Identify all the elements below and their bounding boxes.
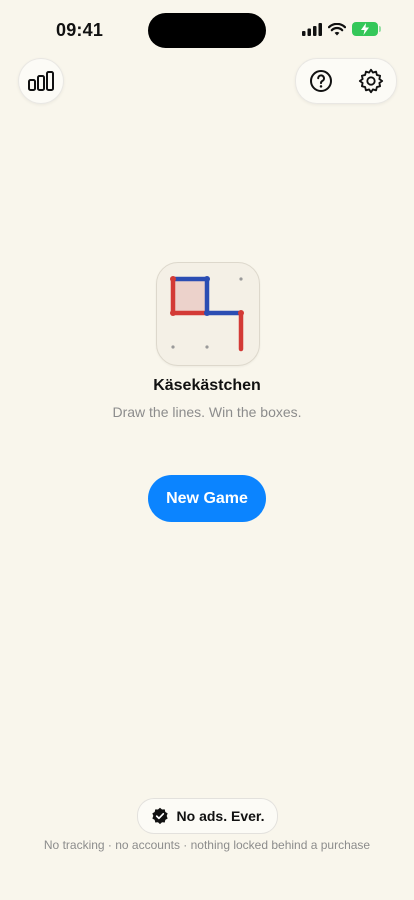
no-ads-badge: No ads. Ever. — [137, 798, 278, 834]
wifi-icon — [328, 22, 346, 35]
footer-note: No tracking · no accounts · nothing lock… — [43, 838, 371, 852]
game-board-illustration — [170, 276, 244, 352]
gear-icon — [358, 68, 384, 94]
question-circle-icon — [310, 70, 332, 92]
no-ads-label: No ads. Ever. — [176, 808, 265, 824]
status-indicators — [302, 22, 381, 36]
toolbar-pill — [295, 58, 397, 104]
help-button[interactable] — [303, 63, 339, 99]
dynamic-island — [148, 13, 266, 48]
stats-button[interactable] — [18, 58, 64, 104]
app-icon — [156, 262, 260, 366]
status-bar: 09:41 — [0, 0, 414, 60]
new-game-button[interactable]: New Game — [148, 475, 266, 522]
battery-icon — [352, 22, 381, 36]
verified-check-icon — [151, 807, 168, 825]
signal-icon — [302, 22, 322, 36]
bar-chart-icon — [28, 71, 54, 91]
charging-bolt-icon — [361, 23, 369, 35]
app-subtitle: Draw the lines. Win the boxes. — [112, 404, 302, 420]
settings-button[interactable] — [353, 63, 389, 99]
app-title: Käsekästchen — [153, 377, 261, 394]
status-time: 09:41 — [56, 20, 104, 40]
